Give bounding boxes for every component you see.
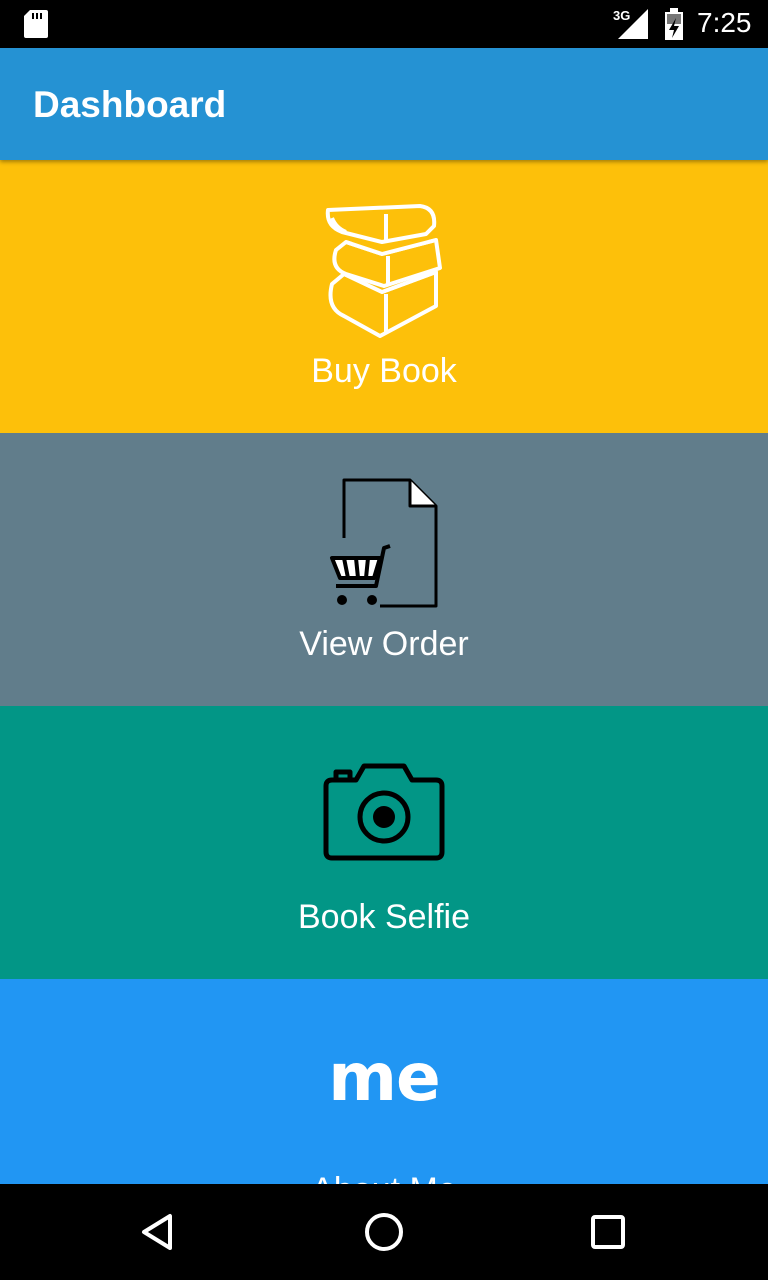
back-icon[interactable] bbox=[136, 1208, 184, 1256]
camera-icon bbox=[323, 763, 445, 861]
navigation-bar bbox=[0, 1184, 768, 1280]
signal-icon bbox=[618, 9, 648, 39]
view-order-button[interactable]: View Order bbox=[0, 433, 768, 706]
book-selfie-button[interactable]: Book Selfie bbox=[0, 706, 768, 979]
app-bar: Dashboard bbox=[0, 48, 768, 160]
tile-label: About Me bbox=[0, 1171, 768, 1184]
sd-card-icon bbox=[24, 10, 48, 38]
recents-icon[interactable] bbox=[584, 1208, 632, 1256]
dashboard-grid: Buy Book View Order Book Selfie me bbox=[0, 160, 768, 1184]
tile-label: Book Selfie bbox=[298, 898, 470, 936]
me-icon: me bbox=[328, 1039, 441, 1116]
order-cart-icon bbox=[330, 478, 438, 608]
status-bar: 3G 7:25 bbox=[0, 0, 768, 48]
battery-icon bbox=[665, 8, 683, 40]
books-icon bbox=[325, 204, 442, 338]
tile-label: Buy Book bbox=[311, 352, 457, 390]
tile-label: View Order bbox=[299, 625, 469, 663]
home-icon[interactable] bbox=[360, 1208, 408, 1256]
buy-book-button[interactable]: Buy Book bbox=[0, 160, 768, 433]
about-me-button[interactable]: me About Me bbox=[0, 979, 768, 1184]
page-title: Dashboard bbox=[33, 84, 227, 125]
clock: 7:25 bbox=[697, 7, 752, 38]
